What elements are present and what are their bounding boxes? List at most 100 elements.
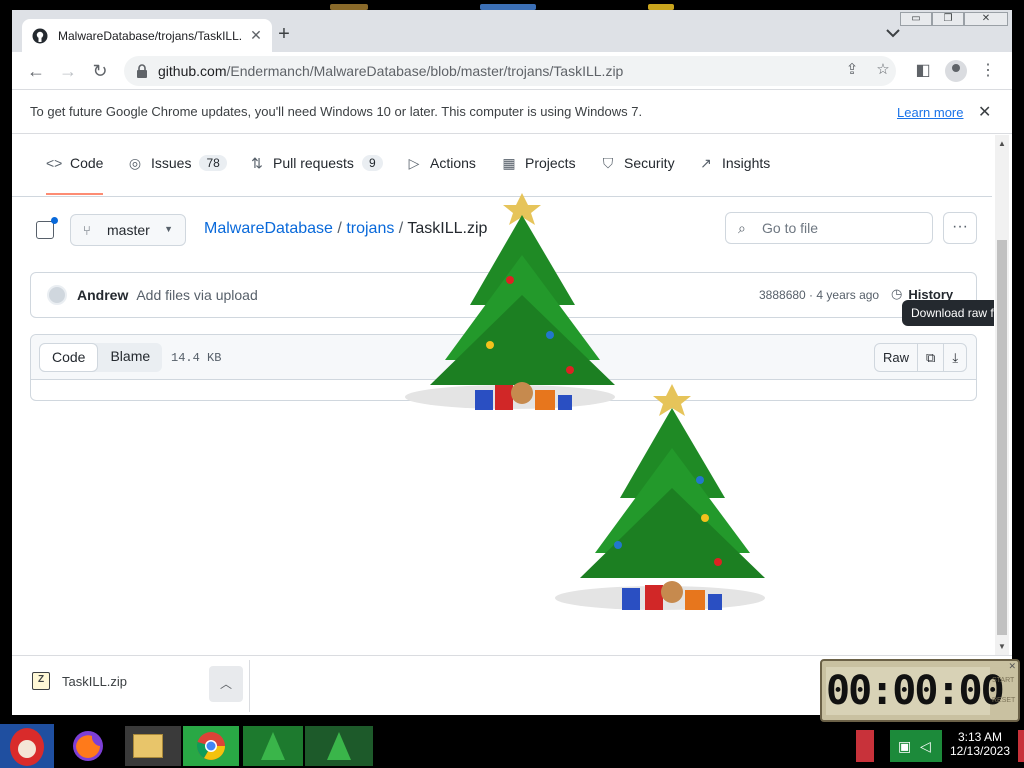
go-to-file-input[interactable]: ⌕ Go to file <box>725 212 933 244</box>
scroll-up-icon[interactable]: ▲ <box>998 139 1006 148</box>
learn-more-link[interactable]: Learn more <box>897 105 963 120</box>
bookmark-star-icon[interactable]: ☆ <box>874 61 892 79</box>
tray-flag-icon[interactable] <box>856 730 874 762</box>
network-icon[interactable]: ▣ <box>898 738 911 755</box>
infobar-message: To get future Google Chrome updates, you… <box>30 104 643 119</box>
tab-issues-label: Issues <box>151 155 192 171</box>
github-icon <box>32 28 48 43</box>
chrome-menu-icon[interactable]: ⋮ <box>979 62 997 80</box>
tab-title: MalwareDatabase/trojans/TaskILL.zip <box>58 28 242 43</box>
download-tooltip: Download raw fil <box>902 300 994 326</box>
file-tree-toggle-icon[interactable] <box>36 217 58 239</box>
profile-avatar-icon[interactable] <box>945 60 967 82</box>
lock-icon[interactable] <box>136 64 148 78</box>
close-window-button[interactable]: ✕ <box>964 12 1008 26</box>
issue-icon: ◎ <box>128 155 142 171</box>
share-icon[interactable]: ⇪ <box>843 61 861 79</box>
commit-message[interactable]: Add files via upload <box>136 287 257 303</box>
show-desktop-button[interactable] <box>1018 730 1024 762</box>
blame-view-button[interactable]: Blame <box>98 343 162 372</box>
folder-icon <box>133 734 163 758</box>
branch-icon: ⑂ <box>83 222 91 238</box>
browser-tab-active[interactable]: MalwareDatabase/trojans/TaskILL.zip ✕ <box>22 19 272 52</box>
code-view-button[interactable]: Code <box>39 343 99 372</box>
tree-taskbar-button[interactable] <box>243 726 303 766</box>
view-toggle: Code Blame <box>39 343 163 372</box>
tab-code-label: Code <box>70 155 104 171</box>
maximize-button[interactable]: ❐ <box>932 12 964 26</box>
page-scrollbar[interactable]: ▲ ▼ <box>995 135 1009 655</box>
go-to-file-placeholder: Go to file <box>762 220 819 236</box>
timer-side-labels: START RESET <box>992 671 1015 711</box>
scrollbar-thumb[interactable] <box>997 240 1007 635</box>
pull-request-icon: ⇅ <box>251 155 263 171</box>
chrome-taskbar-button[interactable] <box>183 726 239 766</box>
tab-search-chevron-icon[interactable] <box>884 27 902 39</box>
url-text: github.com/Endermanch/MalwareDatabase/bl… <box>158 63 624 79</box>
infobar-close-icon[interactable]: ✕ <box>978 102 991 122</box>
timer-reset-button[interactable]: RESET <box>992 691 1015 711</box>
avatar[interactable] <box>47 285 67 305</box>
chevron-up-icon[interactable]: ︿ <box>209 666 243 702</box>
christmas-tree-icon <box>327 732 351 760</box>
raw-button[interactable]: Raw <box>875 344 919 371</box>
tree-taskbar-button-2[interactable] <box>305 726 373 766</box>
caret-down-icon: ▼ <box>164 224 173 234</box>
download-filename: TaskILL.zip <box>62 673 128 689</box>
santa-icon <box>10 728 44 766</box>
copy-icon[interactable]: ⧉ <box>918 344 945 371</box>
volume-icon[interactable]: ◁ <box>920 738 931 755</box>
taskbar-clock[interactable]: 3:13 AM 12/13/2023 <box>945 730 1015 758</box>
breadcrumb-dir-link[interactable]: trojans <box>346 220 394 237</box>
clock-date: 12/13/2023 <box>949 744 1011 758</box>
zip-file-icon: Z <box>32 672 50 690</box>
tab-pull-requests-label: Pull requests <box>273 155 354 171</box>
tab-pull-requests[interactable]: ⇅ Pull requests 9 <box>249 155 383 195</box>
start-button[interactable] <box>0 724 54 768</box>
shield-icon: ⛉ <box>602 155 614 171</box>
scroll-down-icon[interactable]: ▼ <box>998 642 1006 651</box>
download-item[interactable]: Z TaskILL.zip <box>32 672 127 690</box>
forward-arrow-icon[interactable]: → <box>58 61 78 81</box>
window-controls: ▭ ❐ ✕ <box>900 12 1008 26</box>
breadcrumb-separator: / <box>337 220 342 237</box>
new-tab-button[interactable]: + <box>274 24 294 44</box>
breadcrumb-repo-link[interactable]: MalwareDatabase <box>204 220 333 237</box>
explorer-taskbar-button[interactable] <box>125 726 181 766</box>
file-size: 14.4 KB <box>171 351 222 365</box>
commit-author[interactable]: Andrew <box>77 287 128 303</box>
divider <box>249 660 250 712</box>
tab-insights[interactable]: ↗ Insights <box>698 155 770 195</box>
clock-time: 3:13 AM <box>957 730 1003 744</box>
timer-close-icon[interactable]: ✕ <box>1008 661 1016 672</box>
address-bar[interactable]: github.com/Endermanch/MalwareDatabase/bl… <box>124 56 896 86</box>
issues-counter: 78 <box>199 155 227 171</box>
commit-meta[interactable]: 3888680 · 4 years ago <box>759 288 879 302</box>
reload-icon[interactable]: ↻ <box>90 61 110 81</box>
tab-close-icon[interactable]: ✕ <box>248 27 264 44</box>
history-icon: ◷ <box>891 286 903 301</box>
timer-start-button[interactable]: START <box>992 671 1015 691</box>
timer-display: 00:00:00 <box>826 667 1005 715</box>
browser-toolbar: ← → ↻ github.com/Endermanch/MalwareDatab… <box>12 52 1012 90</box>
chrome-icon <box>196 732 225 760</box>
tab-strip: MalwareDatabase/trojans/TaskILL.zip ✕ + … <box>12 10 1012 52</box>
minimize-button[interactable]: ▭ <box>900 12 932 26</box>
back-arrow-icon[interactable]: ← <box>26 61 46 81</box>
christmas-tree-icon <box>555 384 765 610</box>
system-tray[interactable]: ▣ ◁ <box>890 730 942 762</box>
download-icon[interactable]: ⤓ <box>944 344 966 371</box>
code-icon: <> <box>46 155 63 171</box>
tab-projects-label: Projects <box>525 155 576 171</box>
countdown-timer-widget: 00:00:00 START RESET ✕ <box>820 659 1020 722</box>
graph-icon: ↗ <box>700 155 712 171</box>
tab-code[interactable]: <> Code <box>46 155 104 195</box>
side-panel-icon[interactable]: ◧ <box>914 62 932 80</box>
tab-insights-label: Insights <box>722 155 771 171</box>
branch-selector[interactable]: ⑂ master ▼ <box>70 214 186 246</box>
play-icon: ▷ <box>408 155 420 171</box>
tab-security-label: Security <box>624 155 675 171</box>
more-options-button[interactable]: ··· <box>943 212 977 244</box>
tab-issues[interactable]: ◎ Issues 78 <box>127 155 227 195</box>
firefox-icon[interactable] <box>66 726 110 766</box>
